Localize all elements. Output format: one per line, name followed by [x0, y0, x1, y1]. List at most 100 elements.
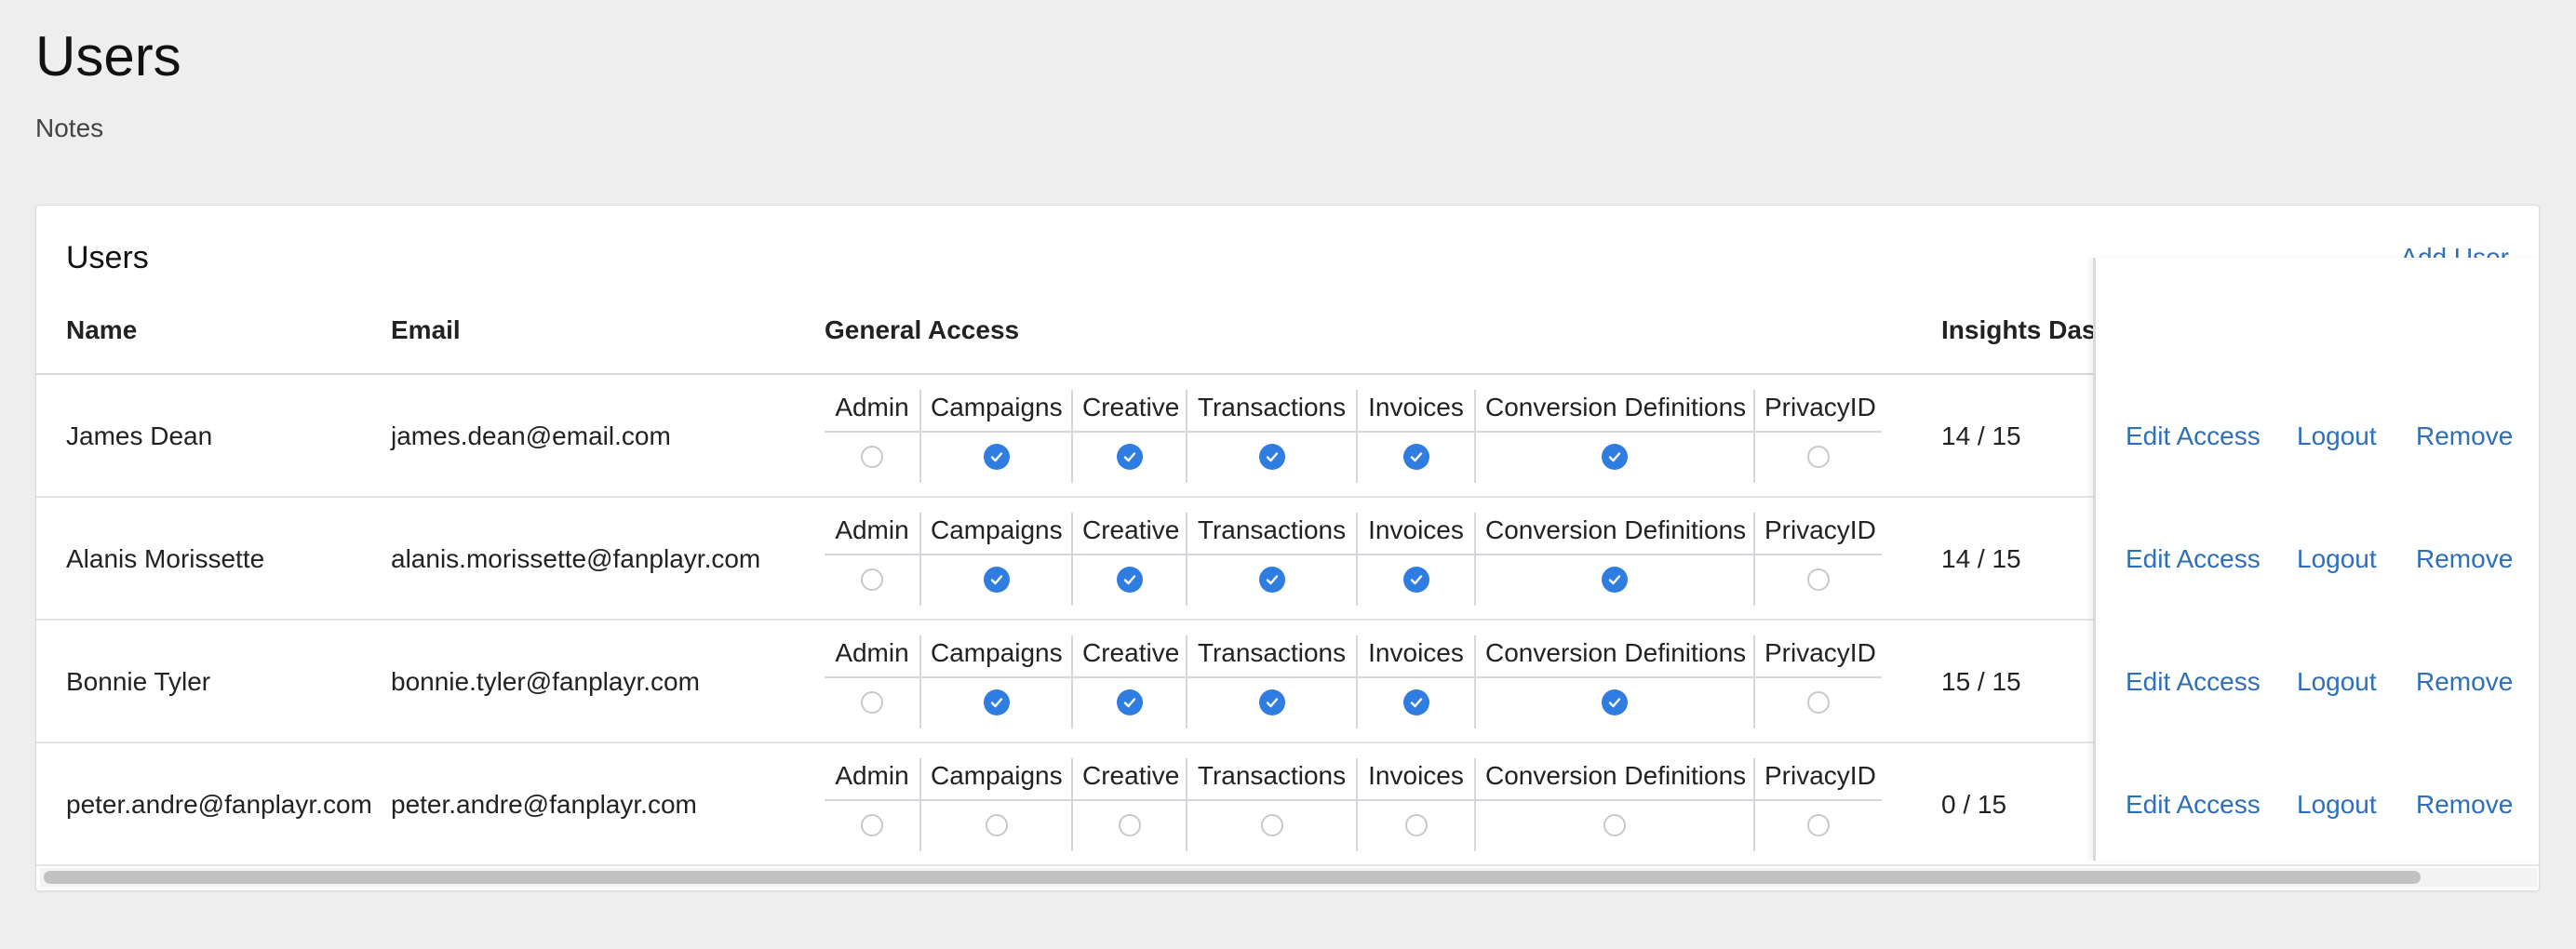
user-email: bonnie.tyler@fanplayr.com	[391, 667, 700, 696]
permission-unchecked-radio[interactable]	[1073, 801, 1186, 849]
logout-button[interactable]: Logout	[2297, 418, 2377, 455]
permission-unchecked-radio[interactable]	[825, 801, 919, 849]
check-circle-icon	[1258, 444, 1285, 470]
page-notes: Notes	[35, 114, 104, 142]
permission-label: Campaigns	[921, 513, 1071, 555]
permission-label: Conversion Definitions	[1476, 390, 1753, 433]
permission-privacyid: PrivacyID	[1753, 513, 1882, 606]
horizontal-scrollbar[interactable]	[40, 868, 2537, 887]
remove-button[interactable]: Remove	[2416, 786, 2513, 823]
edit-access-button[interactable]: Edit Access	[2126, 786, 2261, 823]
permission-checked-icon[interactable]	[1476, 678, 1753, 727]
permission-unchecked-radio[interactable]	[1358, 801, 1474, 849]
empty-radio-icon	[1260, 814, 1283, 836]
empty-radio-icon	[861, 568, 883, 591]
insights-count: 14 / 15	[1941, 544, 2021, 573]
edit-access-button[interactable]: Edit Access	[2126, 418, 2261, 455]
permission-admin: Admin	[825, 513, 919, 606]
permission-checked-icon[interactable]	[1187, 678, 1356, 727]
permission-label: Transactions	[1187, 635, 1356, 678]
permission-label: Transactions	[1187, 390, 1356, 433]
empty-radio-icon	[1807, 691, 1830, 714]
column-header-general-access: General Access	[825, 315, 1020, 344]
permission-invoices: Invoices	[1356, 635, 1474, 728]
check-circle-icon	[983, 444, 1010, 470]
permission-campaigns: Campaigns	[919, 513, 1071, 606]
insights-count: 14 / 15	[1941, 421, 2021, 450]
user-name: James Dean	[66, 421, 213, 450]
permission-unchecked-radio[interactable]	[1755, 433, 1882, 481]
logout-button[interactable]: Logout	[2297, 786, 2377, 823]
empty-radio-icon	[1118, 814, 1141, 836]
edit-access-button[interactable]: Edit Access	[2126, 541, 2261, 578]
permission-unchecked-radio[interactable]	[825, 433, 919, 481]
permission-unchecked-radio[interactable]	[825, 555, 919, 604]
permission-label: Creative	[1073, 635, 1186, 678]
permission-checked-icon[interactable]	[1073, 555, 1186, 604]
permission-campaigns: Campaigns	[919, 390, 1071, 483]
permission-unchecked-radio[interactable]	[825, 678, 919, 727]
scrollbar-thumb[interactable]	[44, 871, 2421, 884]
remove-button[interactable]: Remove	[2416, 541, 2513, 578]
users-table: Name Email General Access Insights Dasl …	[36, 258, 2539, 866]
permission-checked-icon[interactable]	[1358, 678, 1474, 727]
permission-label: Conversion Definitions	[1476, 513, 1753, 555]
permission-unchecked-radio[interactable]	[1187, 801, 1356, 849]
permission-admin: Admin	[825, 635, 919, 728]
permission-admin: Admin	[825, 758, 919, 851]
permission-unchecked-radio[interactable]	[1476, 801, 1753, 849]
permission-checked-icon[interactable]	[1073, 678, 1186, 727]
permission-transactions: Transactions	[1186, 758, 1356, 851]
empty-radio-icon	[1807, 446, 1830, 468]
permission-invoices: Invoices	[1356, 513, 1474, 606]
permission-unchecked-radio[interactable]	[1755, 801, 1882, 849]
check-circle-icon	[983, 567, 1010, 593]
logout-button[interactable]: Logout	[2297, 663, 2377, 701]
user-name: peter.andre@fanplayr.com	[66, 790, 372, 819]
permission-label: Campaigns	[921, 390, 1071, 433]
permission-checked-icon[interactable]	[1476, 555, 1753, 604]
empty-radio-icon	[1603, 814, 1626, 836]
remove-button[interactable]: Remove	[2416, 663, 2513, 701]
permission-checked-icon[interactable]	[1358, 433, 1474, 481]
remove-button[interactable]: Remove	[2416, 418, 2513, 455]
permission-label: PrivacyID	[1755, 513, 1882, 555]
empty-radio-icon	[861, 691, 883, 714]
permission-checked-icon[interactable]	[921, 555, 1071, 604]
permission-label: Transactions	[1187, 758, 1356, 801]
user-email: james.dean@email.com	[391, 421, 671, 450]
permission-transactions: Transactions	[1186, 635, 1356, 728]
logout-button[interactable]: Logout	[2297, 541, 2377, 578]
permission-checked-icon[interactable]	[1187, 433, 1356, 481]
permission-privacyid: PrivacyID	[1753, 635, 1882, 728]
permission-checked-icon[interactable]	[921, 678, 1071, 727]
permission-checked-icon[interactable]	[921, 433, 1071, 481]
user-name: Alanis Morissette	[66, 544, 265, 573]
users-card: Users Add User Name Email General Access…	[35, 205, 2540, 891]
edit-access-button[interactable]: Edit Access	[2126, 663, 2261, 701]
permission-unchecked-radio[interactable]	[921, 801, 1071, 849]
permission-label: Admin	[825, 758, 919, 801]
permission-creative: Creative	[1071, 635, 1186, 728]
permission-checked-icon[interactable]	[1358, 555, 1474, 604]
permission-label: Admin	[825, 635, 919, 678]
permission-unchecked-radio[interactable]	[1755, 555, 1882, 604]
permission-label: PrivacyID	[1755, 390, 1882, 433]
permission-unchecked-radio[interactable]	[1755, 678, 1882, 727]
permission-checked-icon[interactable]	[1073, 433, 1186, 481]
check-circle-icon	[1402, 567, 1429, 593]
empty-radio-icon	[1807, 568, 1830, 591]
actions-pane: Edit Access Logout Remove Edit Access Logout…	[2093, 258, 2539, 861]
permission-creative: Creative	[1071, 390, 1186, 483]
permission-grid: Admin Campaigns Creative Transactions Invoic…	[825, 635, 1882, 728]
permission-label: Invoices	[1358, 513, 1474, 555]
insights-count: 15 / 15	[1941, 667, 2021, 696]
permission-label: Transactions	[1187, 513, 1356, 555]
permission-checked-icon[interactable]	[1476, 433, 1753, 481]
permission-conversion-definitions: Conversion Definitions	[1474, 635, 1753, 728]
permission-grid: Admin Campaigns Creative Transactions Invoic…	[825, 513, 1882, 606]
permission-checked-icon[interactable]	[1187, 555, 1356, 604]
check-circle-icon	[1602, 689, 1628, 715]
permission-conversion-definitions: Conversion Definitions	[1474, 513, 1753, 606]
permission-label: PrivacyID	[1755, 758, 1882, 801]
